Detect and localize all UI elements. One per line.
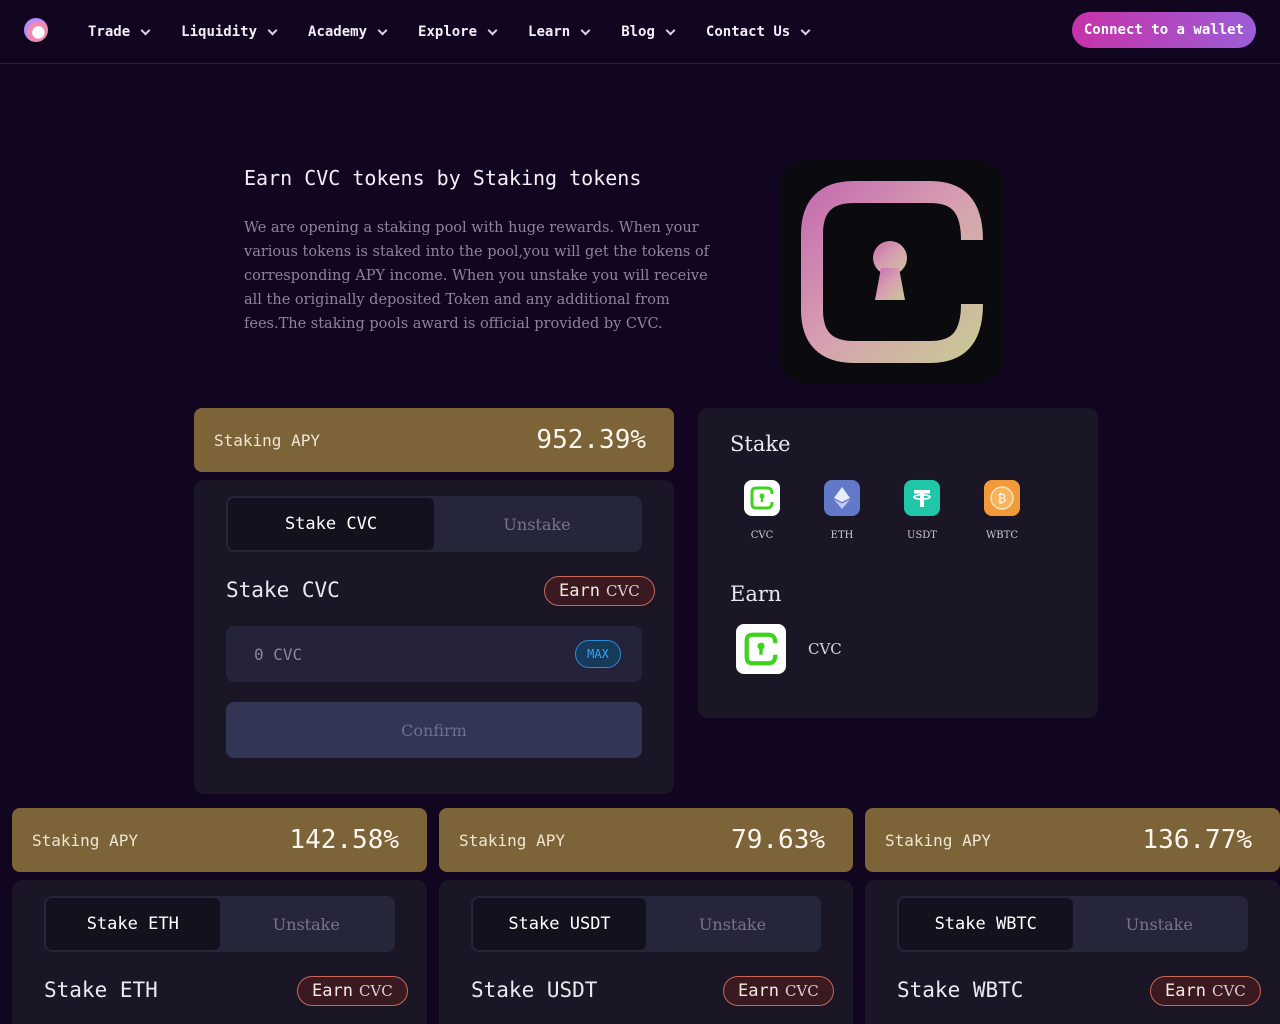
stake-panel: Stake USDT Unstake Stake USDT Earn CVC [439, 880, 853, 1024]
stake-unstake-toggle: Stake WBTC Unstake [897, 896, 1248, 952]
tab-unstake[interactable]: Unstake [646, 898, 819, 950]
token-label: CVC [750, 530, 774, 541]
apy-banner: Staking APY 79.63% [439, 808, 853, 872]
hero-description: We are opening a staking pool with huge … [244, 220, 710, 332]
token-label: WBTC [986, 530, 1018, 541]
hero-title: Earn CVC tokens by Staking tokens [244, 166, 642, 190]
tab-stake[interactable]: Stake USDT [473, 898, 646, 950]
token-select-card: Stake CVC ETH USDT ₿ WBTC Earn CVC [698, 408, 1098, 718]
nav-label: Liquidity [181, 24, 258, 40]
earn-badge-label: Earn [559, 581, 600, 601]
chevron-down-icon [267, 25, 278, 35]
chevron-down-icon [377, 25, 388, 35]
nav-item-blog[interactable]: Blog [621, 24, 676, 40]
stake-unstake-toggle: Stake ETH Unstake [44, 896, 395, 952]
nav-item-learn[interactable]: Learn [528, 24, 591, 40]
apy-value: 136.77% [1142, 825, 1252, 855]
chevron-down-icon [580, 25, 591, 35]
token-eth[interactable]: ETH [812, 480, 872, 541]
stake-panel: Stake ETH Unstake Stake ETH Earn CVC [12, 880, 427, 1024]
stake-heading: Stake USDT [471, 978, 598, 1002]
apy-label: Staking APY [459, 830, 565, 850]
top-nav: Trade Liquidity Academy Explore Learn Bl… [0, 0, 1280, 64]
apy-value: 142.58% [289, 825, 399, 855]
earn-badge: Earn CVC [723, 976, 834, 1006]
eth-icon [824, 480, 860, 516]
stake-unstake-toggle: Stake USDT Unstake [471, 896, 821, 952]
stake-panel: Stake WBTC Unstake Stake WBTC Earn CVC [865, 880, 1280, 1024]
nav-label: Contact Us [705, 24, 791, 40]
apy-banner: Staking APY 952.39% [194, 408, 674, 472]
tab-stake[interactable]: Stake CVC [228, 498, 434, 550]
apy-value: 952.39% [536, 425, 646, 455]
nav-item-explore[interactable]: Explore [418, 24, 498, 40]
apy-banner: Staking APY 136.77% [865, 808, 1280, 872]
chevron-down-icon [800, 25, 811, 35]
earn-badge-token: CVC [1211, 982, 1246, 1000]
apy-label: Staking APY [214, 430, 320, 450]
chevron-down-icon [140, 25, 151, 35]
chevron-down-icon [487, 25, 498, 35]
earn-badge-label: Earn [1165, 981, 1206, 1001]
chevron-down-icon [665, 25, 676, 35]
stake-heading: Stake ETH [44, 978, 158, 1002]
stake-panel: Stake CVC Unstake Stake CVC Earn CVC MAX… [194, 480, 674, 794]
apy-label: Staking APY [885, 830, 991, 850]
nav-label: Learn [528, 24, 571, 40]
token-label: USDT [907, 530, 937, 541]
earn-token-label: CVC [808, 640, 842, 658]
earn-badge: Earn CVC [1150, 976, 1261, 1006]
nav-item-liquidity[interactable]: Liquidity [181, 24, 278, 40]
cvc-icon [744, 480, 780, 516]
confirm-button[interactable]: Confirm [226, 702, 642, 758]
stake-heading: Stake CVC [226, 578, 340, 602]
nav-item-trade[interactable]: Trade [88, 24, 151, 40]
stake-heading: Stake WBTC [897, 978, 1024, 1002]
earn-badge-token: CVC [784, 982, 819, 1000]
earn-badge: Earn CVC [297, 976, 408, 1006]
cvc-icon [736, 624, 786, 674]
token-wbtc[interactable]: ₿ WBTC [972, 480, 1032, 541]
connect-wallet-button[interactable]: Connect to a wallet [1071, 12, 1256, 48]
cvc-logo-icon [780, 160, 1004, 384]
apy-value: 79.63% [731, 825, 825, 855]
wbtc-icon: ₿ [984, 480, 1020, 516]
tab-unstake[interactable]: Unstake [1073, 898, 1247, 950]
brand-logo-icon[interactable] [24, 18, 48, 42]
nav-label: Academy [308, 24, 368, 40]
token-usdt[interactable]: USDT [892, 480, 952, 541]
apy-banner: Staking APY 142.58% [12, 808, 427, 872]
apy-label: Staking APY [32, 830, 138, 850]
stake-section-title: Stake [730, 432, 791, 456]
nav-item-contact-us[interactable]: Contact Us [705, 24, 811, 40]
earn-badge-label: Earn [738, 981, 779, 1001]
nav-label: Explore [418, 24, 478, 40]
stake-unstake-toggle: Stake CVC Unstake [226, 496, 642, 552]
earn-badge-token: CVC [605, 582, 640, 600]
earn-badge-label: Earn [312, 981, 353, 1001]
earn-badge: Earn CVC [544, 576, 655, 606]
svg-text:₿: ₿ [998, 492, 1007, 506]
earn-section-title: Earn [730, 582, 782, 606]
nav-label: Blog [621, 24, 655, 40]
tab-stake[interactable]: Stake WBTC [899, 898, 1073, 950]
token-label: ETH [830, 530, 854, 541]
nav-item-academy[interactable]: Academy [308, 24, 388, 40]
tab-stake[interactable]: Stake ETH [46, 898, 220, 950]
max-button[interactable]: MAX [575, 640, 621, 668]
usdt-icon [904, 480, 940, 516]
nav-label: Trade [88, 24, 131, 40]
tab-unstake[interactable]: Unstake [220, 898, 394, 950]
token-cvc[interactable]: CVC [732, 480, 792, 541]
tab-unstake[interactable]: Unstake [434, 498, 640, 550]
earn-badge-token: CVC [358, 982, 393, 1000]
nav-menu: Trade Liquidity Academy Explore Learn Bl… [88, 0, 841, 64]
